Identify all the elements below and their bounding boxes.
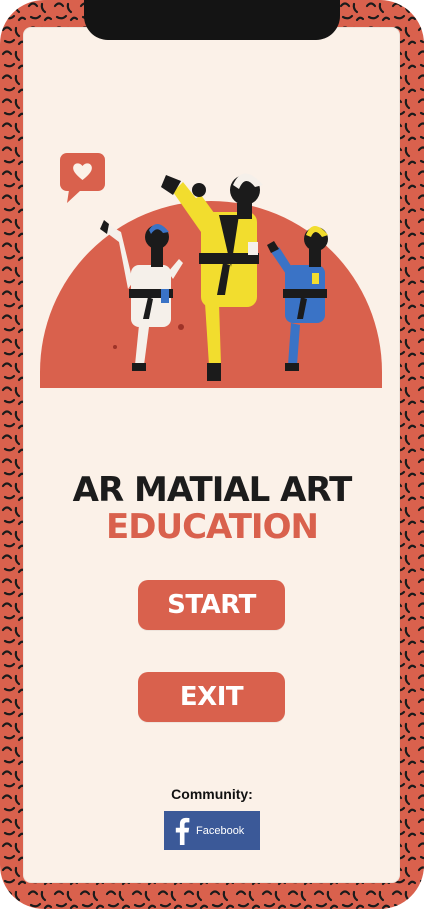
karate-hero-illustration (40, 153, 382, 388)
facebook-button[interactable]: Facebook (164, 811, 260, 850)
start-button[interactable]: START (138, 580, 285, 630)
app-screen: AR MATIAL ART EDUCATION START EXIT Commu… (23, 27, 400, 883)
app-title-line2: EDUCATION (106, 507, 319, 547)
facebook-label: Facebook (196, 824, 245, 837)
community-label: Community: (171, 786, 253, 802)
phone-device-frame: AR MATIAL ART EDUCATION START EXIT Commu… (0, 0, 424, 909)
heart-speech-bubble-icon (60, 153, 105, 203)
facebook-icon (164, 811, 200, 850)
app-title-line1: AR MATIAL ART (72, 470, 353, 510)
device-notch (84, 0, 340, 40)
exit-button[interactable]: EXIT (138, 672, 285, 722)
